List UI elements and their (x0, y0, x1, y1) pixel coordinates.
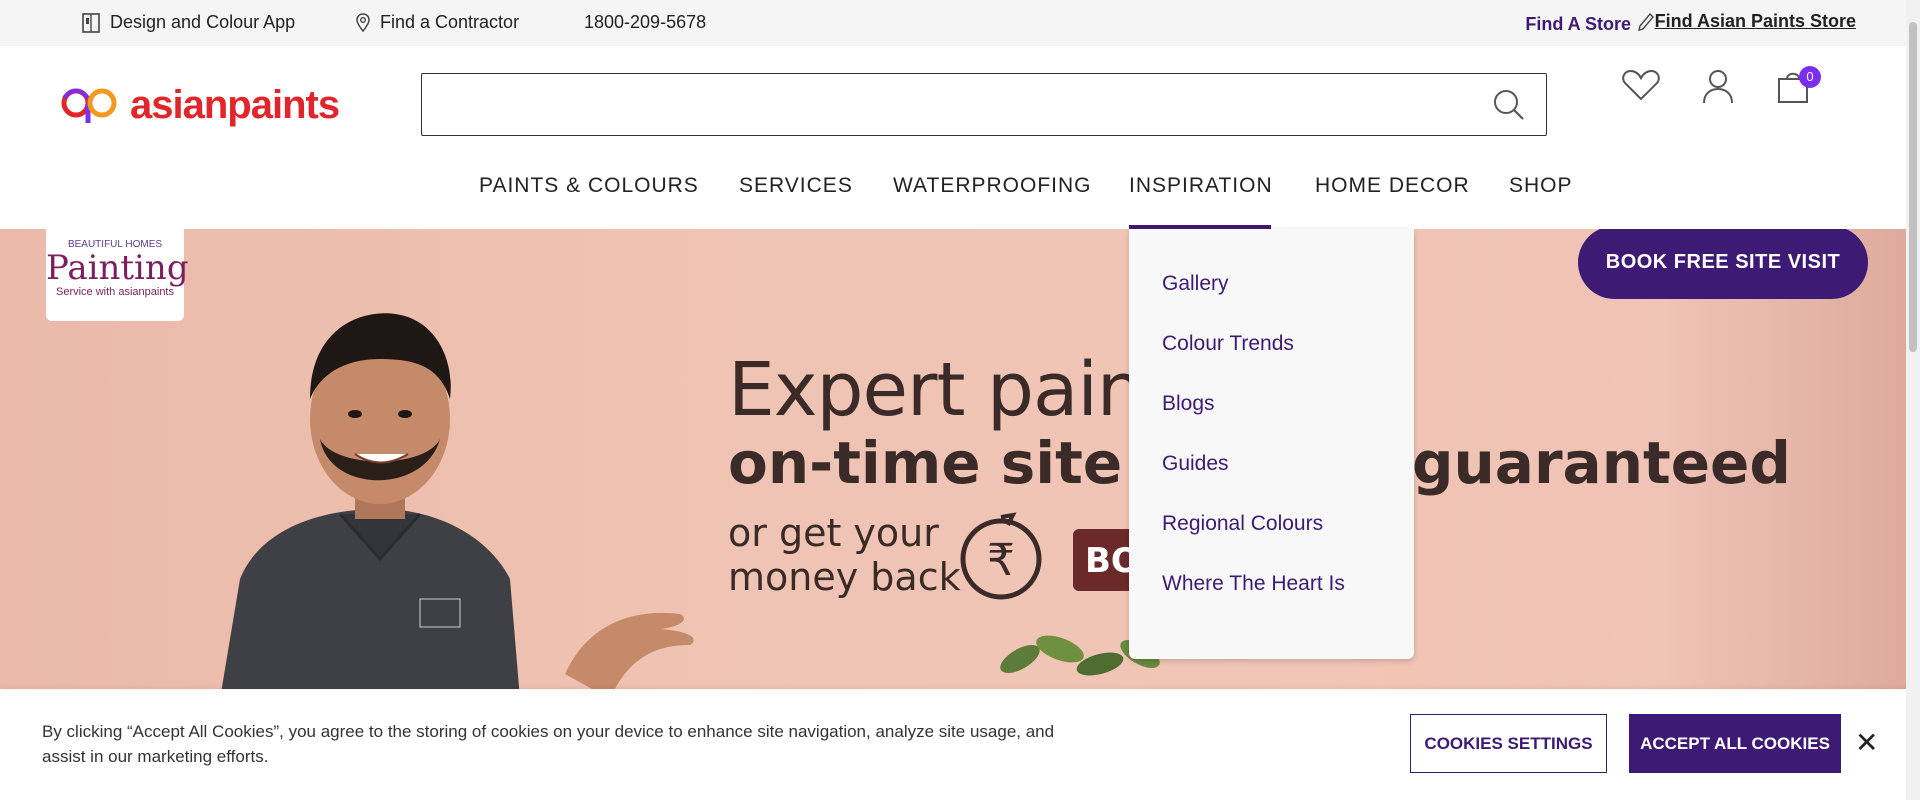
page-root: Design and Colour App Find a Contractor … (0, 0, 1920, 800)
cookie-consent-banner: By clicking “Accept All Cookies”, you ag… (0, 690, 1920, 800)
badge-service-text: Service with asianpaints (55, 286, 174, 298)
nav-inspiration[interactable]: INSPIRATION (1129, 174, 1273, 198)
nav-home-decor[interactable]: HOME DECOR (1315, 174, 1470, 198)
logo-text: asianpaints (130, 83, 340, 127)
phone-number-link[interactable]: 1800-209-5678 (584, 12, 706, 33)
logo-mark-icon (58, 78, 124, 133)
nav-waterproofing[interactable]: WATERPROOFING (893, 174, 1092, 198)
hero-banner[interactable]: BEAUTIFUL HOMES Painting Service with as… (0, 229, 1920, 689)
dropdown-item-guides[interactable]: Guides (1162, 452, 1229, 476)
badge-big-text: Painting (46, 248, 189, 288)
design-colour-app-link[interactable]: Design and Colour App (82, 12, 295, 33)
main-nav: PAINTS & COLOURS SERVICES WATERPROOFING … (0, 174, 1920, 229)
close-icon[interactable]: ✕ (1855, 726, 1878, 759)
phone-number: 1800-209-5678 (584, 12, 707, 32)
main-header: asianpaints 0 PAINTS & COLOURS SERVICES … (0, 46, 1920, 229)
find-a-store-link[interactable]: Find A Store (1525, 12, 1655, 37)
scrollbar-thumb[interactable] (1909, 22, 1917, 352)
app-icon (82, 12, 100, 33)
svg-text:₹: ₹ (987, 535, 1015, 586)
find-a-store-label: Find A Store (1525, 14, 1631, 34)
dropdown-item-where-the-heart-is[interactable]: Where The Heart Is (1162, 572, 1345, 596)
cart-count-badge: 0 (1799, 66, 1821, 88)
cookies-settings-button[interactable]: COOKIES SETTINGS (1410, 714, 1607, 773)
hero-subline-2: money back (728, 555, 961, 599)
painting-service-badge: BEAUTIFUL HOMES Painting Service with as… (46, 229, 189, 321)
design-colour-app-label: Design and Colour App (110, 12, 296, 32)
nav-shop[interactable]: SHOP (1509, 174, 1573, 198)
search-input[interactable] (438, 74, 1478, 132)
search-icon[interactable] (1492, 88, 1526, 127)
find-contractor-link[interactable]: Find a Contractor (356, 12, 519, 33)
find-asian-paints-store-link[interactable]: Find Asian Paints Store (1655, 11, 1856, 32)
pencil-icon (1637, 12, 1655, 37)
user-account-icon[interactable] (1701, 68, 1735, 109)
find-contractor-label: Find a Contractor (380, 12, 520, 32)
rupee-refund-icon: ₹ (958, 511, 1044, 606)
utility-bar: Design and Colour App Find a Contractor … (0, 0, 1920, 46)
wishlist-heart-icon[interactable] (1621, 68, 1661, 107)
inspiration-dropdown-menu: Gallery Colour Trends Blogs Guides Regio… (1129, 229, 1414, 659)
hero-headline-guaranteed: guaranteed (1412, 429, 1791, 497)
dropdown-item-colour-trends[interactable]: Colour Trends (1162, 332, 1294, 356)
dropdown-item-blogs[interactable]: Blogs (1162, 392, 1215, 416)
nav-services[interactable]: SERVICES (739, 174, 853, 198)
hero-subline: or get your money back (728, 511, 961, 599)
cookie-consent-text: By clicking “Accept All Cookies”, you ag… (42, 722, 1055, 766)
book-free-site-visit-button[interactable]: BOOK FREE SITE VISIT (1578, 229, 1868, 299)
dropdown-item-regional-colours[interactable]: Regional Colours (1162, 512, 1323, 536)
dropdown-item-gallery[interactable]: Gallery (1162, 272, 1229, 296)
asianpaints-logo[interactable]: asianpaints (58, 78, 340, 133)
location-pin-icon (356, 12, 370, 33)
nav-paints-colours[interactable]: PAINTS & COLOURS (479, 174, 699, 198)
hero-subline-1: or get your (728, 511, 939, 555)
painter-person-image (220, 279, 740, 689)
search-bar[interactable] (421, 73, 1547, 136)
accept-all-cookies-button[interactable]: ACCEPT ALL COOKIES (1629, 714, 1841, 773)
page-scrollbar[interactable] (1906, 0, 1920, 800)
